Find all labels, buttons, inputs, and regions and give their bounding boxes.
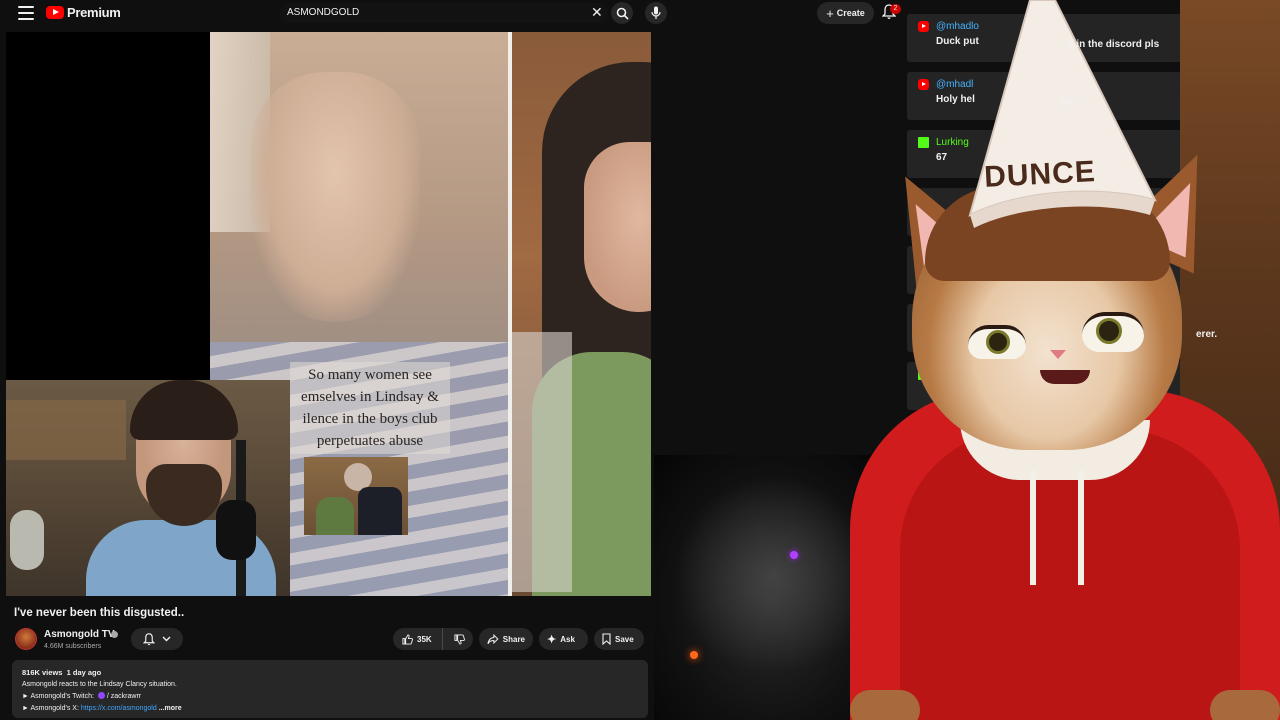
view-count: 816K views: [22, 668, 63, 677]
caption-line: ilence in the boys club: [302, 411, 438, 427]
chevron-down-icon: [162, 636, 171, 642]
chat-username: @mhadlo: [936, 21, 979, 32]
chat-message: [907, 246, 1265, 294]
share-label: Share: [502, 634, 525, 644]
chat-text: Duck put: [936, 36, 979, 47]
youtube-icon: [918, 21, 929, 32]
notification-count-badge: 2: [890, 4, 901, 14]
show-more-button[interactable]: ...more: [159, 705, 182, 712]
description-box[interactable]: 816K views 1 day ago Asmongold reacts to…: [12, 660, 648, 718]
youtube-masthead: Premium ASMONDGOLD ✕ + Create 2: [0, 0, 910, 28]
like-count: 35K: [417, 634, 432, 644]
like-dislike-group: 35K: [393, 628, 473, 650]
video-caption-overlay: So many women see emselves in Lindsay & …: [290, 362, 450, 454]
hamburger-menu-icon[interactable]: [18, 6, 34, 20]
chat-username: @mhadl: [936, 79, 974, 90]
caption-line: emselves in Lindsay &: [301, 389, 439, 405]
caption-line: So many women see: [308, 367, 432, 383]
upload-age: 1 day ago: [66, 668, 102, 677]
view-stats: 816K views 1 day ago: [22, 667, 638, 679]
x-prefix: ► Asmongold's X:: [22, 705, 81, 712]
search-query-text: ASMONDGOLD: [287, 7, 360, 18]
dislike-button[interactable]: [447, 628, 473, 650]
twitch-icon: [97, 692, 105, 699]
x-line: ► Asmongold's X: https://x.com/asmongold…: [22, 703, 638, 715]
video-info: I've never been this disgusted.. Asmongo…: [0, 596, 654, 720]
courtroom-photo: [304, 457, 408, 535]
youtube-icon: [918, 79, 929, 90]
save-button[interactable]: Save: [594, 628, 644, 650]
search-icon: [616, 7, 629, 20]
create-button[interactable]: + Create: [817, 2, 874, 24]
bookmark-icon: [602, 633, 611, 645]
chat-message: @mhadl Holy hel: [907, 72, 1265, 120]
chat-text-tail: EK: [1060, 97, 1074, 108]
video-frame-right: [512, 32, 651, 596]
bell-icon: [142, 632, 155, 645]
x-link[interactable]: https://x.com/asmongold: [81, 705, 157, 712]
chat-text: Gemi: [936, 384, 962, 395]
share-icon: [487, 633, 499, 644]
verified-icon: [111, 631, 118, 638]
description-summary: Asmongold reacts to the Lindsay Clancy s…: [22, 681, 177, 688]
logo-text: Premium: [67, 5, 121, 20]
create-label: Create: [836, 8, 865, 18]
glowing-eye: [790, 551, 798, 559]
sparkle-icon: ✦: [547, 633, 557, 646]
chat-text: Holy hel: [936, 94, 975, 105]
kick-icon: [918, 369, 929, 380]
game-inset-window: [654, 455, 890, 720]
search-button[interactable]: [611, 2, 633, 24]
ember: [690, 651, 698, 659]
search-input[interactable]: ASMONDGOLD ✕: [280, 3, 608, 23]
youtube-icon: [918, 311, 929, 322]
chat-text-tail: e in the discord pls: [1068, 39, 1160, 50]
video-title: I've never been this disgusted..: [14, 607, 185, 619]
thumbs-down-icon: [454, 633, 466, 645]
subscriber-count: 4.66M subscribers: [44, 643, 102, 650]
mic-icon: [651, 6, 661, 19]
channel-avatar[interactable]: [15, 628, 37, 650]
channel-name[interactable]: Asmongold TV: [44, 629, 115, 640]
save-label: Save: [615, 634, 634, 644]
ask-label: Ask: [560, 634, 575, 644]
voice-search-button[interactable]: [645, 2, 667, 24]
like-button[interactable]: 35K: [393, 628, 443, 650]
caption-line: perpetuates abuse: [316, 433, 424, 449]
inset-text-line: le: [892, 544, 899, 553]
twitch-prefix: ► Asmongold's Twitch:: [22, 693, 96, 700]
chat-message: [907, 304, 1265, 352]
chat-message: @mhadlo Duck put: [907, 14, 1265, 62]
thumbs-up-icon: [402, 633, 413, 645]
red-hoodie: [850, 390, 1280, 720]
subscription-bell-button[interactable]: [131, 628, 183, 650]
youtube-play-icon: [46, 6, 64, 19]
ask-button[interactable]: ✦ Ask: [539, 628, 588, 650]
chat-text-tail: erer.: [1196, 329, 1218, 340]
chat-username: Lurking: [936, 137, 969, 148]
twitch-link[interactable]: / zackrawrr: [107, 693, 141, 700]
share-button[interactable]: Share: [479, 628, 533, 650]
youtube-premium-logo[interactable]: Premium: [46, 5, 121, 20]
chat-message: Gemi: [907, 362, 1265, 410]
chat-message: Lurking 67: [907, 130, 1265, 178]
inset-text-line: t to ki: [892, 509, 912, 518]
twitch-line: ► Asmongold's Twitch: / zackrawrr: [22, 691, 638, 703]
plus-icon: +: [826, 5, 834, 21]
chat-message: [907, 188, 1265, 236]
streamer-webcam: [6, 380, 290, 596]
kick-icon: [918, 137, 929, 148]
microphone: [216, 500, 256, 560]
stream-screen: Premium ASMONDGOLD ✕ + Create 2 So many …: [0, 0, 1280, 720]
chat-text: 67: [936, 152, 948, 163]
close-icon[interactable]: ✕: [591, 4, 603, 21]
